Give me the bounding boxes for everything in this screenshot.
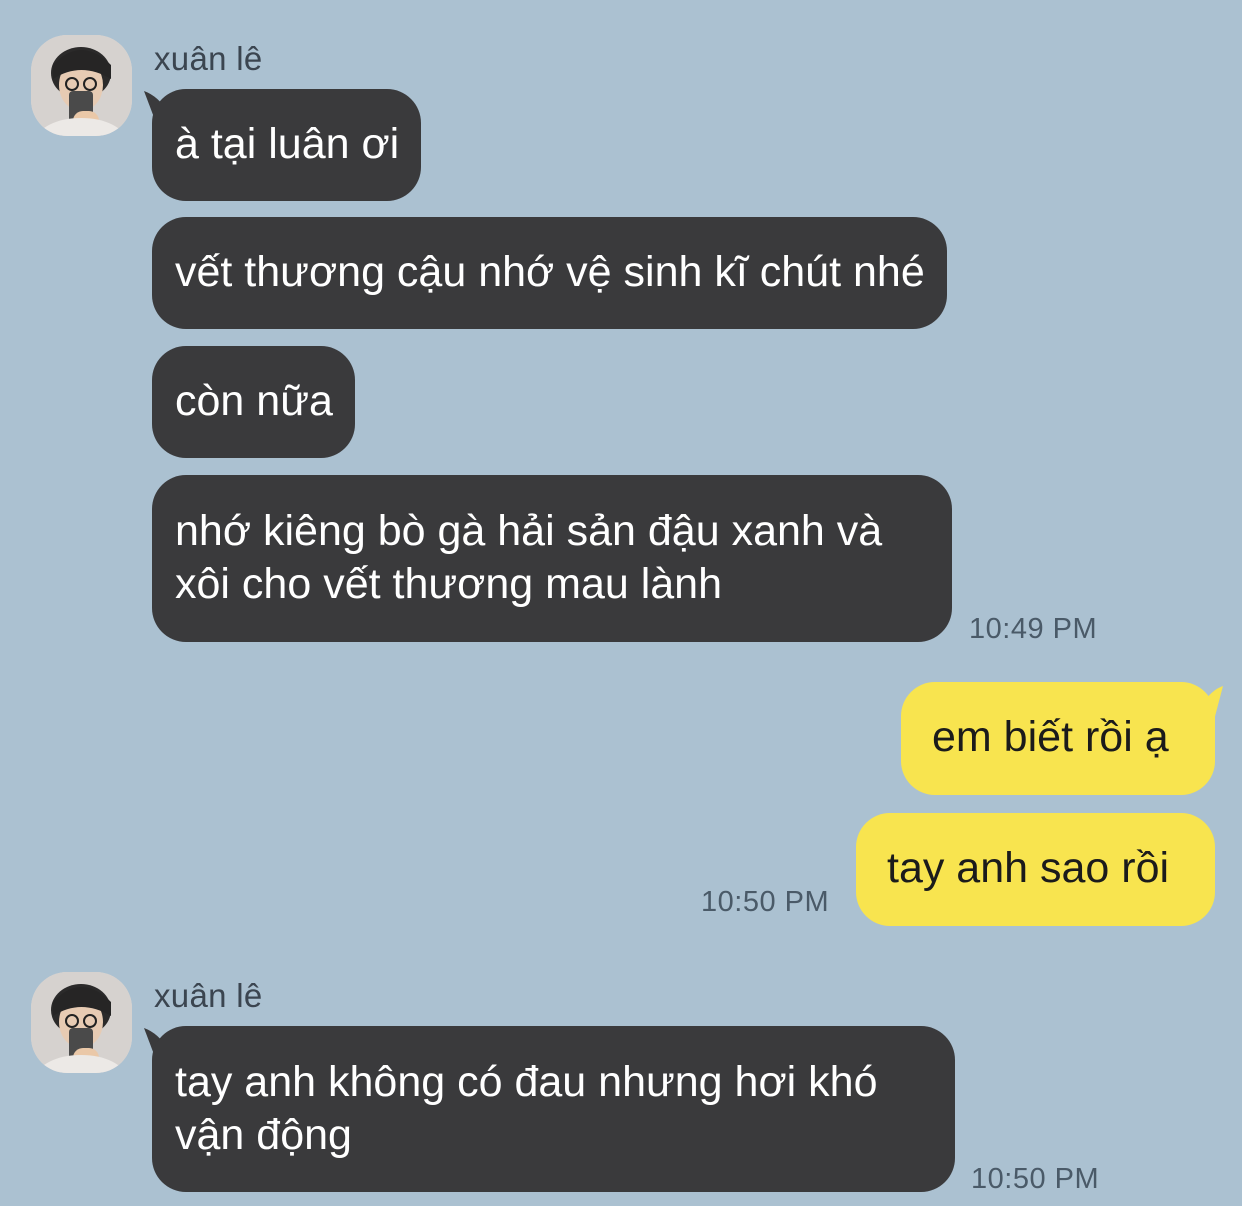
message-bubble[interactable]: nhớ kiêng bò gà hải sản đậu xanh và xôi … xyxy=(152,475,952,642)
message-timestamp: 10:50 PM xyxy=(701,886,830,918)
avatar[interactable] xyxy=(31,972,132,1073)
profile-photo xyxy=(31,35,132,136)
message-bubble[interactable]: à tại luân ơi xyxy=(152,89,422,201)
sender-name: xuân lê xyxy=(154,977,263,1014)
message-bubble[interactable]: tay anh không có đau nhưng hơi khó vận đ… xyxy=(152,1026,955,1192)
profile-photo xyxy=(31,972,132,1073)
message-timestamp: 10:49 PM xyxy=(969,613,1098,645)
avatar[interactable] xyxy=(31,35,132,136)
message-bubble[interactable]: còn nữa xyxy=(152,346,355,458)
message-bubble[interactable]: vết thương cậu nhớ vệ sinh kĩ chút nhé xyxy=(152,217,947,329)
message-timestamp: 10:50 PM xyxy=(971,1163,1100,1195)
bubble-tail-outgoing xyxy=(1199,686,1223,724)
message-bubble-outgoing[interactable]: tay anh sao rồi xyxy=(856,813,1215,926)
message-bubble-outgoing[interactable]: em biết rồi ạ xyxy=(901,682,1215,795)
sender-name: xuân lê xyxy=(154,40,263,77)
